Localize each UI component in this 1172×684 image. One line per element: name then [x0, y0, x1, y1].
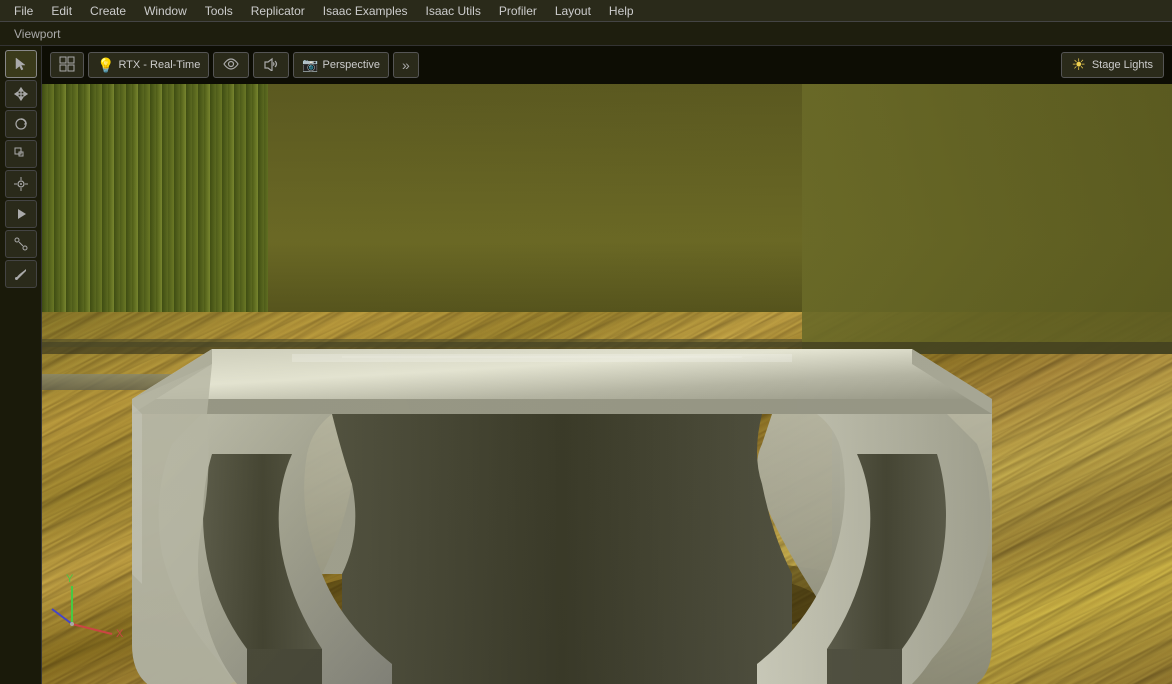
- viewport[interactable]: 💡 RTX - Real-Time: [42, 46, 1172, 684]
- expand-icon: »: [402, 57, 410, 73]
- menu-isaac-utils[interactable]: Isaac Utils: [418, 2, 489, 20]
- expand-button[interactable]: »: [393, 52, 419, 78]
- menu-replicator[interactable]: Replicator: [243, 2, 313, 20]
- stage-lights-button[interactable]: ☀ Stage Lights: [1061, 52, 1165, 78]
- stage-lights-label: Stage Lights: [1092, 59, 1153, 71]
- menu-create[interactable]: Create: [82, 2, 134, 20]
- menu-isaac-examples[interactable]: Isaac Examples: [315, 2, 416, 20]
- select-tool-button[interactable]: [5, 50, 37, 78]
- menu-edit[interactable]: Edit: [43, 2, 80, 20]
- menu-bar: File Edit Create Window Tools Replicator…: [0, 0, 1172, 22]
- menu-tools[interactable]: Tools: [197, 2, 241, 20]
- eye-icon: [222, 57, 240, 74]
- viewport-tab[interactable]: Viewport: [4, 25, 70, 43]
- menu-profiler[interactable]: Profiler: [491, 2, 545, 20]
- camera-button[interactable]: 📷 Perspective: [293, 52, 389, 78]
- layout-icon: [59, 56, 75, 75]
- play-tool-button[interactable]: [5, 200, 37, 228]
- camera-icon: 📷: [302, 57, 318, 73]
- audio-icon: [262, 57, 280, 74]
- perspective-label: Perspective: [323, 59, 380, 71]
- svg-text:X: X: [116, 628, 124, 640]
- paint-tool-button[interactable]: [5, 260, 37, 288]
- audio-button[interactable]: [253, 52, 289, 78]
- left-toolbar: [0, 46, 42, 684]
- table-model: X Y: [42, 84, 1172, 684]
- rtx-icon: 💡: [97, 57, 114, 74]
- eye-button[interactable]: [213, 52, 249, 78]
- menu-file[interactable]: File: [6, 2, 41, 20]
- scale-tool-button[interactable]: [5, 140, 37, 168]
- svg-text:Y: Y: [66, 573, 74, 585]
- rtx-label: RTX - Real-Time: [118, 59, 200, 71]
- joint-tool-button[interactable]: [5, 230, 37, 258]
- sun-icon: ☀: [1072, 55, 1086, 75]
- move-tool-button[interactable]: [5, 80, 37, 108]
- viewport-toolbar: 💡 RTX - Real-Time: [42, 46, 1172, 84]
- menu-window[interactable]: Window: [136, 2, 195, 20]
- snap-tool-button[interactable]: [5, 170, 37, 198]
- 3d-scene: X Y: [42, 84, 1172, 684]
- layout-button[interactable]: [50, 52, 84, 78]
- viewport-wrapper: 💡 RTX - Real-Time: [0, 46, 1172, 684]
- rotate-tool-button[interactable]: [5, 110, 37, 138]
- tab-bar: Viewport: [0, 22, 1172, 46]
- menu-layout[interactable]: Layout: [547, 2, 599, 20]
- menu-help[interactable]: Help: [601, 2, 642, 20]
- rtx-realtime-button[interactable]: 💡 RTX - Real-Time: [88, 52, 209, 78]
